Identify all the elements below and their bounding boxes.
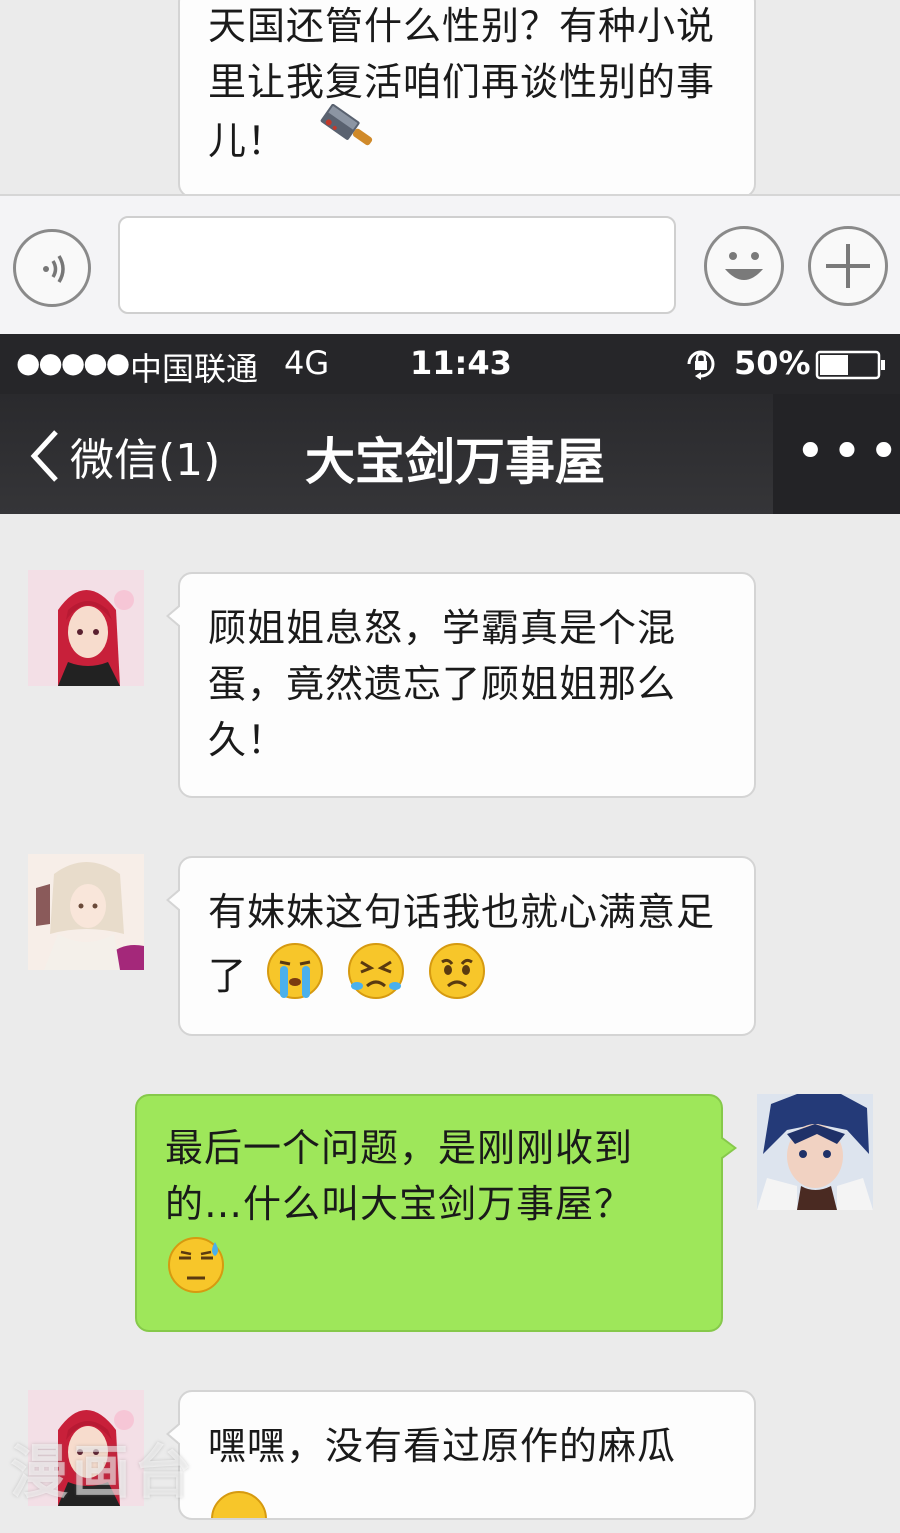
voice-icon (43, 255, 65, 283)
blue-hair-boy-avatar (757, 1094, 873, 1210)
message-text: 嘿嘿，没有看过原作的麻瓜 (208, 1424, 677, 1468)
back-button[interactable]: 微信(1) (26, 424, 236, 488)
message-bubble[interactable]: 顾姐姐息怒，学霸真是个混 蛋，竟然遗忘了顾姐姐那么 久！ (166, 572, 756, 798)
nav-bar: 微信(1) 大宝剑万事屋 ••• (0, 394, 900, 514)
message-input[interactable] (118, 216, 676, 314)
signal-strength: ●●●●● (16, 346, 130, 379)
chevron-left-icon (30, 430, 58, 482)
watermark: 漫画台 (10, 1438, 197, 1506)
message-bubble[interactable]: 嘿嘿，没有看过原作的麻瓜 (166, 1390, 756, 1533)
voice-button[interactable] (13, 229, 91, 307)
knife-icon (313, 103, 373, 171)
avatar[interactable] (28, 570, 144, 686)
carrier-name: 中国联通 (130, 350, 259, 388)
battery-icon (815, 350, 887, 388)
message-text: 最后一个问题，是刚刚收到 的…什么叫大宝剑万事屋？ (165, 1126, 634, 1226)
page-title: 大宝剑万事屋 (305, 433, 605, 491)
back-label: 微信(1) (70, 435, 221, 486)
more-options-button[interactable]: ••• (773, 394, 900, 514)
clock: 11:43 (410, 344, 512, 382)
angry-crying-face-icon (345, 940, 407, 1017)
red-hair-girl-avatar (28, 570, 144, 686)
partial-face-icon (208, 1477, 270, 1533)
more-icon: ••• (795, 422, 900, 482)
emoji-button[interactable] (704, 226, 784, 306)
message-bubble-sent[interactable]: 最后一个问题，是刚刚收到 的…什么叫大宝剑万事屋？ (135, 1094, 737, 1332)
crying-face-icon (264, 940, 326, 1017)
sweat-face-icon (165, 1234, 227, 1311)
battery-percent: 50% (734, 344, 811, 382)
network-type: 4G (284, 344, 330, 382)
white-hair-lady-avatar (28, 854, 144, 970)
status-bar: ●●●●● 中国联通 4G 11:43 50% (0, 334, 900, 394)
rotation-lock-icon (683, 346, 719, 390)
plus-icon (826, 244, 870, 288)
avatar[interactable] (757, 1094, 873, 1210)
message-bubble-partial: 天国还管什么性别？有种小说 里让我复活咱们再谈性别的事 儿！ (178, 0, 756, 198)
plus-button[interactable] (808, 226, 888, 306)
smile-icon (725, 252, 763, 280)
message-text: 顾姐姐息怒，学霸真是个混 蛋，竟然遗忘了顾姐姐那么 久！ (208, 606, 677, 762)
sad-face-icon (426, 940, 488, 1017)
message-bubble[interactable]: 有妹妹这句话我也就心满意足 了 (166, 856, 756, 1036)
chat-input-bar (0, 194, 900, 336)
message-text: 天国还管什么性别？有种小说 里让我复活咱们再谈性别的事 儿！ (208, 4, 716, 163)
avatar[interactable] (28, 854, 144, 970)
